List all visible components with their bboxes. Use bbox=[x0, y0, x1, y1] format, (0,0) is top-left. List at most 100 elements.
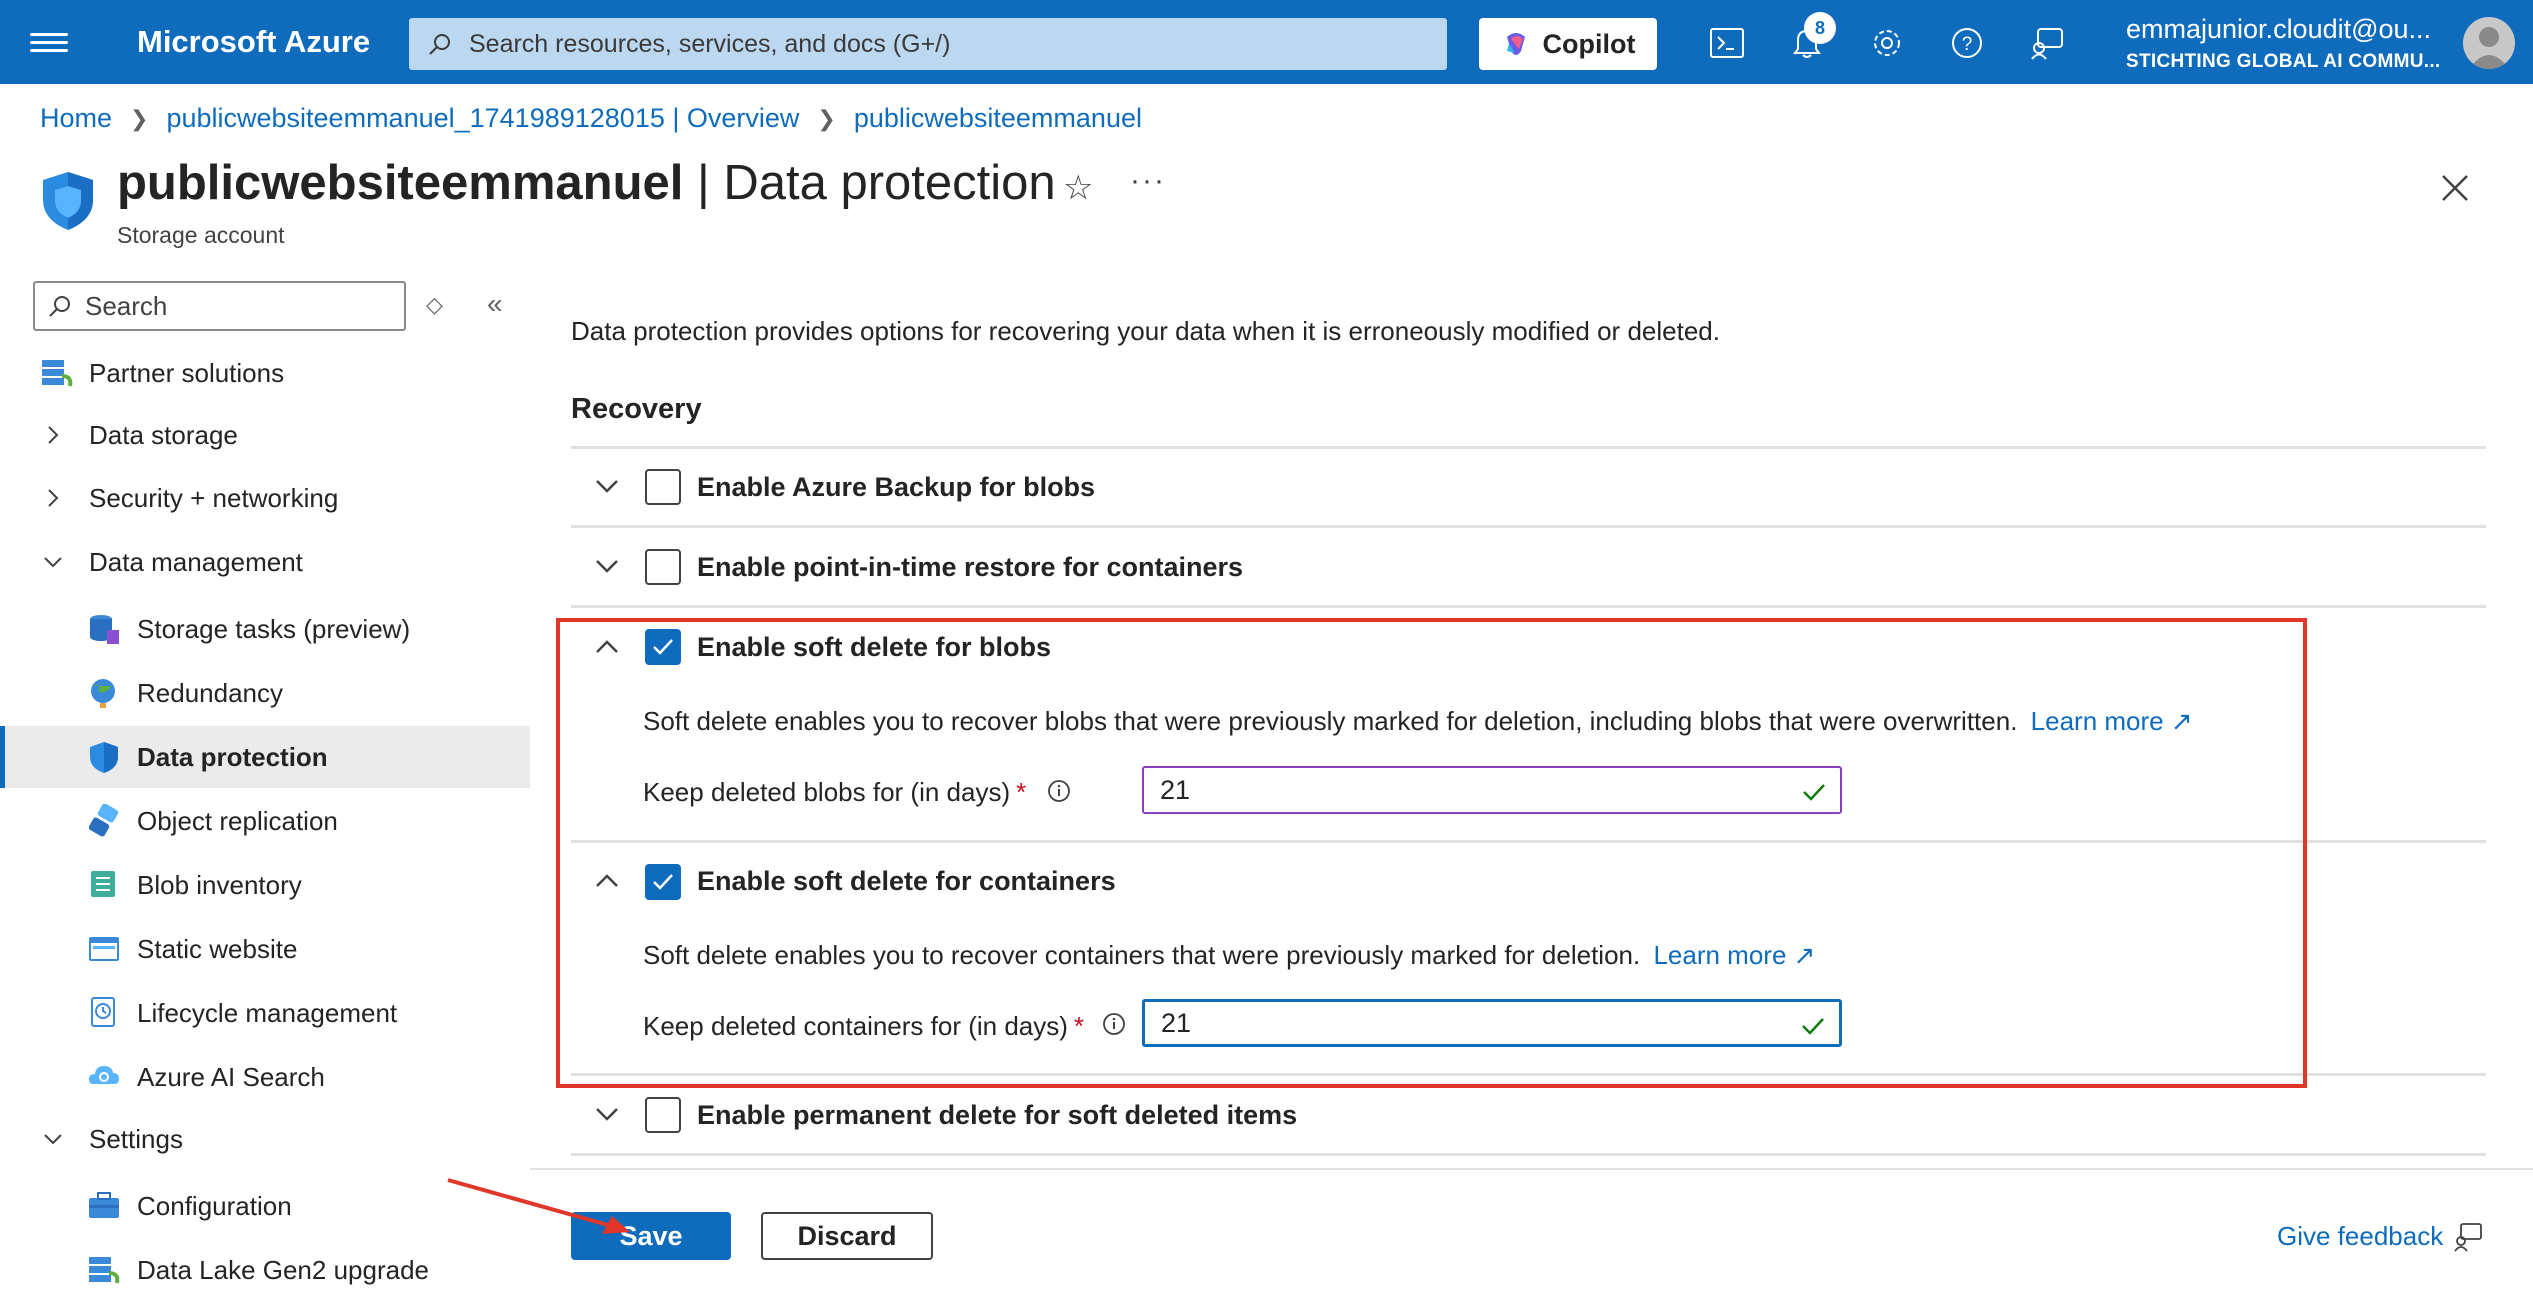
object-replication-icon bbox=[88, 804, 119, 837]
sidebar-item-label: Static website bbox=[137, 933, 298, 964]
search-icon bbox=[429, 34, 450, 55]
sidebar-item-azure-ai-search[interactable]: Azure AI Search bbox=[0, 1046, 530, 1108]
sidebar-item-data-management[interactable]: Data management bbox=[0, 531, 530, 593]
global-search-placeholder: Search resources, services, and docs (G+… bbox=[469, 29, 951, 58]
divider bbox=[571, 525, 2486, 528]
give-feedback-link[interactable]: Give feedback bbox=[2277, 1221, 2483, 1252]
soft-delete-blobs-help: Soft delete enables you to recover blobs… bbox=[643, 706, 2193, 737]
sidebar-item-label: Data storage bbox=[89, 419, 238, 450]
sort-icon[interactable]: ◇ bbox=[426, 292, 443, 318]
feedback-icon[interactable] bbox=[2026, 22, 2068, 64]
user-email: emmajunior.cloudit@ou... bbox=[2126, 14, 2432, 44]
point-in-time-restore-label: Enable point-in-time restore for contain… bbox=[697, 552, 1244, 582]
sidebar-item-lifecycle-management[interactable]: Lifecycle management bbox=[0, 982, 530, 1044]
keep-deleted-containers-label: Keep deleted containers for (in days) * bbox=[643, 1011, 1084, 1042]
soft-delete-blobs-help-text: Soft delete enables you to recover blobs… bbox=[643, 706, 2018, 736]
chevron-right-icon bbox=[48, 426, 59, 444]
soft-delete-containers-checkbox[interactable] bbox=[645, 864, 681, 900]
sidebar-item-storage-tasks[interactable]: Storage tasks (preview) bbox=[0, 598, 530, 660]
sidebar-item-data-lake-gen2-upgrade[interactable]: Data Lake Gen2 upgrade bbox=[0, 1239, 530, 1297]
chevron-down-icon[interactable] bbox=[593, 552, 621, 580]
sidebar-item-label: Configuration bbox=[137, 1190, 292, 1221]
soft-delete-containers-help: Soft delete enables you to recover conta… bbox=[643, 940, 1815, 971]
sidebar-item-redundancy[interactable]: Redundancy bbox=[0, 662, 530, 724]
valid-check-icon bbox=[1803, 784, 1825, 801]
chevron-right-icon: ❯ bbox=[817, 105, 836, 131]
settings-gear-icon[interactable] bbox=[1866, 22, 1908, 64]
sidebar-search-input[interactable]: Search bbox=[33, 281, 406, 331]
chevron-up-icon[interactable] bbox=[593, 633, 621, 661]
copilot-button[interactable]: Copilot bbox=[1479, 18, 1657, 70]
sidebar-item-label: Data management bbox=[89, 546, 303, 577]
azure-backup-checkbox[interactable] bbox=[645, 469, 681, 505]
permanent-delete-checkbox[interactable] bbox=[645, 1097, 681, 1133]
sidebar-item-security-networking[interactable]: Security + networking bbox=[0, 467, 530, 529]
account-info[interactable]: emmajunior.cloudit@ou... STICHTING GLOBA… bbox=[2126, 14, 2441, 73]
sidebar-item-static-website[interactable]: Static website bbox=[0, 918, 530, 980]
sidebar-item-label: Storage tasks (preview) bbox=[137, 613, 411, 644]
external-link-icon: ↗ bbox=[2170, 706, 2193, 736]
info-icon[interactable] bbox=[1101, 1011, 1127, 1037]
required-mark: * bbox=[1073, 1011, 1085, 1041]
give-feedback-label: Give feedback bbox=[2277, 1221, 2444, 1251]
menu-icon[interactable] bbox=[30, 28, 68, 58]
collapse-sidebar-icon[interactable]: « bbox=[487, 288, 503, 320]
valid-check-icon bbox=[1802, 1018, 1824, 1035]
keep-deleted-blobs-label-text: Keep deleted blobs for (in days) bbox=[643, 777, 1011, 807]
chevron-down-icon[interactable] bbox=[593, 472, 621, 500]
learn-more-label: Learn more bbox=[2030, 706, 2164, 736]
chevron-up-icon[interactable] bbox=[593, 867, 621, 895]
partner-solutions-icon bbox=[42, 360, 73, 387]
blob-inventory-icon bbox=[91, 871, 115, 897]
sidebar-item-label: Data protection bbox=[137, 741, 328, 772]
brand-title[interactable]: Microsoft Azure bbox=[137, 24, 370, 60]
soft-delete-containers-help-text: Soft delete enables you to recover conta… bbox=[643, 940, 1641, 970]
sidebar-item-label: Settings bbox=[89, 1123, 183, 1154]
cloud-shell-icon[interactable] bbox=[1706, 22, 1748, 64]
help-icon[interactable]: ? bbox=[1946, 22, 1988, 64]
chevron-down-icon bbox=[44, 1134, 62, 1145]
shield-icon bbox=[90, 742, 118, 773]
sidebar-item-configuration[interactable]: Configuration bbox=[0, 1175, 530, 1237]
keep-deleted-containers-input[interactable]: 21 bbox=[1142, 999, 1842, 1047]
sidebar-item-data-protection[interactable]: Data protection bbox=[0, 726, 530, 788]
data-lake-icon bbox=[89, 1257, 120, 1284]
avatar[interactable] bbox=[2463, 17, 2515, 69]
sidebar-item-label: Object replication bbox=[137, 805, 338, 836]
page-name: | Data protection bbox=[683, 156, 1056, 210]
star-icon[interactable]: ☆ bbox=[1063, 168, 1093, 208]
discard-button[interactable]: Discard bbox=[761, 1212, 933, 1260]
chevron-right-icon bbox=[48, 489, 59, 507]
info-icon[interactable] bbox=[1046, 778, 1072, 804]
checkmark-icon bbox=[653, 874, 673, 890]
copilot-label: Copilot bbox=[1542, 28, 1636, 59]
breadcrumb-home[interactable]: Home bbox=[40, 103, 112, 134]
keep-deleted-blobs-label: Keep deleted blobs for (in days) * bbox=[643, 777, 1026, 808]
svg-text:?: ? bbox=[1962, 34, 1973, 55]
divider bbox=[571, 1073, 2486, 1076]
static-website-icon bbox=[89, 937, 119, 961]
page-description: Data protection provides options for rec… bbox=[571, 316, 1720, 346]
global-search-input[interactable]: Search resources, services, and docs (G+… bbox=[409, 18, 1447, 70]
breadcrumb-overview[interactable]: publicwebsiteemmanuel_1741989128015 | Ov… bbox=[166, 103, 799, 134]
chevron-down-icon[interactable] bbox=[593, 1100, 621, 1128]
more-options-icon[interactable]: ··· bbox=[1130, 164, 1166, 198]
feedback-icon bbox=[2454, 1222, 2483, 1252]
breadcrumb-resource[interactable]: publicwebsiteemmanuel bbox=[854, 103, 1142, 134]
learn-more-link[interactable]: Learn more ↗ bbox=[1653, 940, 1815, 970]
sidebar-item-label: Blob inventory bbox=[137, 869, 302, 900]
sidebar-item-settings[interactable]: Settings bbox=[0, 1108, 530, 1170]
soft-delete-blobs-checkbox[interactable] bbox=[645, 629, 681, 665]
learn-more-link[interactable]: Learn more ↗ bbox=[2031, 706, 2193, 736]
notification-badge: 8 bbox=[1804, 12, 1836, 44]
sidebar-item-object-replication[interactable]: Object replication bbox=[0, 790, 530, 852]
save-button[interactable]: Save bbox=[571, 1212, 731, 1260]
sidebar-item-blob-inventory[interactable]: Blob inventory bbox=[0, 854, 530, 916]
top-bar: Microsoft Azure Search resources, servic… bbox=[0, 0, 2533, 84]
sidebar-item-partner-solutions[interactable]: Partner solutions bbox=[0, 342, 530, 404]
close-icon[interactable] bbox=[2435, 168, 2475, 208]
point-in-time-restore-checkbox[interactable] bbox=[645, 549, 681, 585]
copilot-icon bbox=[1506, 33, 1525, 55]
keep-deleted-blobs-input[interactable]: 21 bbox=[1142, 766, 1842, 814]
sidebar-item-data-storage[interactable]: Data storage bbox=[0, 404, 530, 466]
